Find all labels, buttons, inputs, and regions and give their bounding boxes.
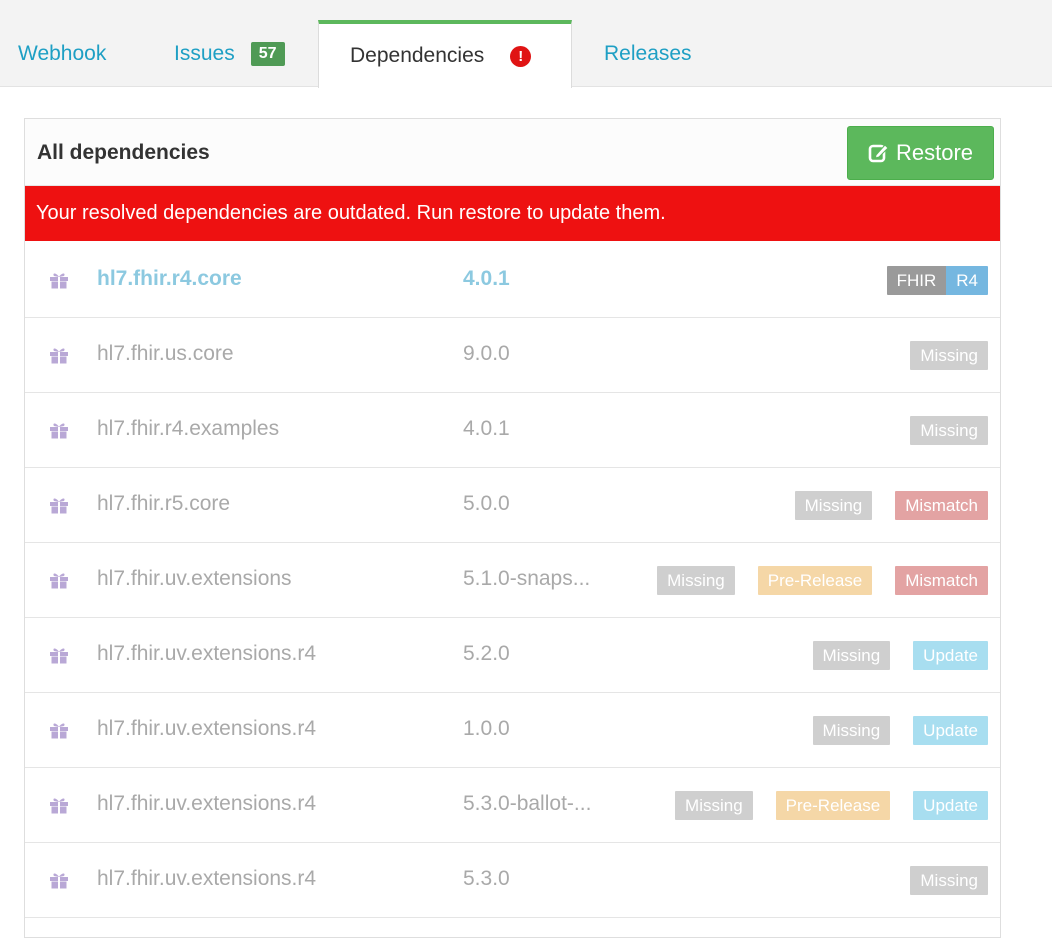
dependency-row: hl7.fhir.uv.extensions.r4 5.2.0 Missing Upd… <box>25 618 1000 693</box>
dependency-labels: Missing Mismatch <box>794 491 988 520</box>
dependency-name: hl7.fhir.uv.extensions.r4 <box>97 642 317 665</box>
outdated-warning: Your resolved dependencies are outdated.… <box>25 186 1000 241</box>
dependency-row: hl7.fhir.us.core 9.0.0 Missing <box>25 318 1000 393</box>
missing-badge: Missing <box>910 866 988 895</box>
dependency-row: hl7.fhir.uv.extensions.r4 1.0.0 Missing Upd… <box>25 693 1000 768</box>
missing-badge: Missing <box>657 566 735 595</box>
edit-icon <box>868 144 889 163</box>
tab-webhook-label: Webhook <box>18 41 107 65</box>
missing-badge: Missing <box>812 641 891 670</box>
dependency-name: hl7.fhir.r5.core <box>97 492 231 515</box>
dependency-row: hl7.fhir.uv.extensions.r4 5.3.0 Missing <box>25 843 1000 918</box>
tab-issues-label: Issues <box>174 41 235 65</box>
mismatch-badge: Mismatch <box>895 566 988 595</box>
dependency-version: 1.0.0 <box>463 717 510 740</box>
tab-issues[interactable]: Issues 57 <box>174 20 285 87</box>
dependency-labels: Missing <box>910 416 988 445</box>
dependency-row: hl7.fhir.r4.examples 4.0.1 Missing <box>25 393 1000 468</box>
dependency-version: 5.0.0 <box>463 492 510 515</box>
missing-badge: Missing <box>910 341 988 370</box>
fhir-release-label: R4 <box>946 266 988 295</box>
pre-release-badge: Pre-Release <box>775 791 891 820</box>
dependency-row: hl7.fhir.r5.core 5.0.0 Missing Mismatch <box>25 468 1000 543</box>
dependency-version[interactable]: 4.0.1 <box>463 267 510 291</box>
gift-icon <box>50 798 68 814</box>
dependency-name: hl7.fhir.us.core <box>97 342 234 365</box>
gift-icon <box>50 873 68 889</box>
issues-count-badge: 57 <box>250 41 285 66</box>
dependency-row: hl7.fhir.uv.extensions.r4 5.3.0-ballot-..… <box>25 768 1000 843</box>
tab-releases[interactable]: Releases <box>604 20 692 87</box>
dependency-version: 5.1.0-snaps... <box>463 567 591 590</box>
gift-icon <box>50 648 68 664</box>
missing-badge: Missing <box>910 416 988 445</box>
mismatch-badge: Mismatch <box>895 491 988 520</box>
missing-badge: Missing <box>794 491 873 520</box>
tab-webhook[interactable]: Webhook <box>18 20 106 87</box>
dependency-name: hl7.fhir.r4.examples <box>97 417 280 440</box>
dependency-version: 5.2.0 <box>463 642 510 665</box>
dependency-labels: Missing Pre-Release Mismatch <box>657 566 988 595</box>
pre-release-badge: Pre-Release <box>757 566 873 595</box>
dependency-row: hl7.fhir.uv.extensions 5.1.0-snaps... Miss… <box>25 543 1000 618</box>
tab-dependencies-label: Dependencies <box>350 44 485 67</box>
update-badge: Update <box>913 791 988 820</box>
update-badge: Update <box>913 716 988 745</box>
gift-icon <box>50 423 68 439</box>
missing-badge: Missing <box>812 716 891 745</box>
dependency-list: hl7.fhir.r4.core 4.0.1 FHIR R4 hl7.fhir.us.c… <box>25 243 1000 918</box>
fhir-version-badge: FHIR R4 <box>886 266 988 295</box>
dependency-name[interactable]: hl7.fhir.r4.core <box>97 267 242 291</box>
dependency-version: 5.3.0 <box>463 867 510 890</box>
dependency-version: 4.0.1 <box>463 417 510 440</box>
dependency-labels: Missing Pre-Release Update <box>675 791 988 820</box>
tab-bar: Webhook Issues 57 Dependencies ! Release… <box>0 0 1052 88</box>
dependency-version: 9.0.0 <box>463 342 510 365</box>
gift-icon <box>50 348 68 364</box>
gift-icon <box>50 273 68 289</box>
fhir-label: FHIR <box>886 266 947 295</box>
dependency-version: 5.3.0-ballot-... <box>463 792 592 815</box>
gift-icon <box>50 498 68 514</box>
panel-title: All dependencies <box>37 141 210 164</box>
tab-dependencies[interactable]: Dependencies ! <box>318 20 572 88</box>
dependency-name: hl7.fhir.uv.extensions <box>97 567 292 590</box>
dependency-name: hl7.fhir.uv.extensions.r4 <box>97 792 317 815</box>
dependency-labels: Missing <box>910 341 988 370</box>
tab-releases-label: Releases <box>604 41 692 65</box>
dependency-labels: FHIR R4 <box>886 266 988 295</box>
exclamation-circle-icon: ! <box>510 45 532 67</box>
missing-badge: Missing <box>675 791 753 820</box>
panel-header: All dependencies Restore <box>25 119 1000 186</box>
dependency-labels: Missing Update <box>812 716 988 745</box>
dependency-row: hl7.fhir.r4.core 4.0.1 FHIR R4 <box>25 243 1000 318</box>
dependencies-panel: All dependencies Restore Your resolved d… <box>24 118 1001 938</box>
dependency-name: hl7.fhir.uv.extensions.r4 <box>97 717 317 740</box>
dependency-labels: Missing Update <box>812 641 988 670</box>
gift-icon <box>50 723 68 739</box>
dependency-labels: Missing <box>910 866 988 895</box>
dependency-name: hl7.fhir.uv.extensions.r4 <box>97 867 317 890</box>
restore-button[interactable]: Restore <box>847 126 994 180</box>
update-badge: Update <box>913 641 988 670</box>
restore-button-label: Restore <box>895 140 974 165</box>
gift-icon <box>50 573 68 589</box>
